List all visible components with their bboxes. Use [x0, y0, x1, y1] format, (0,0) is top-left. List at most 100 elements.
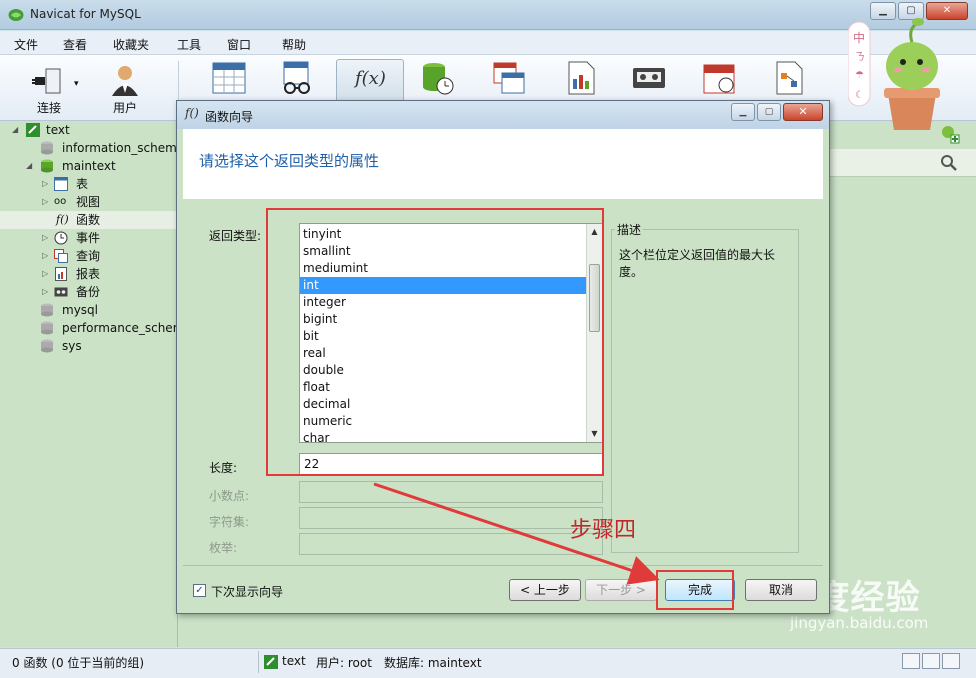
app-title: Navicat for MySQL: [30, 7, 141, 21]
collapse-arrow-icon[interactable]: ▷: [42, 175, 48, 193]
length-label: 长度:: [209, 461, 238, 475]
charset-label: 字符集:: [209, 515, 250, 529]
table-icon[interactable]: [212, 61, 246, 95]
menu-view[interactable]: 查看: [63, 36, 87, 53]
status-bar: 0 函数 (0 位于当前的组) text 用户: root 数据库: maint…: [0, 648, 976, 678]
er-view-icon[interactable]: [942, 653, 960, 669]
svg-text:中: 中: [853, 30, 865, 45]
mascot-sticker-icon: 中 ㄋ ☂ ☾: [848, 18, 940, 130]
database-grey-icon: [41, 321, 53, 335]
collapse-arrow-icon[interactable]: ▷: [42, 265, 48, 283]
annotation-highlight-type-length: [266, 208, 604, 476]
tree-item-backups[interactable]: ▷ 备份: [0, 283, 178, 301]
status-object-count: 0 函数 (0 位于当前的组): [12, 656, 145, 670]
menu-tools[interactable]: 工具: [177, 36, 201, 53]
dialog-minimize-button[interactable]: ▁: [731, 103, 755, 121]
dialog-close-button[interactable]: ✕: [783, 103, 823, 121]
tree-item-database[interactable]: mysql: [0, 301, 178, 319]
event-clock-icon: [54, 231, 68, 245]
svg-text:ㄋ: ㄋ: [855, 51, 865, 63]
menu-help[interactable]: 帮助: [282, 36, 306, 53]
tree-item-functions[interactable]: f() 函数: [0, 211, 178, 229]
connect-button[interactable]: ▾ 连接: [22, 59, 79, 119]
glasses-icon: oo: [54, 196, 67, 207]
collapse-arrow-icon[interactable]: ▷: [42, 283, 48, 301]
menu-bar: 文件 查看 收藏夹 工具 窗口 帮助: [0, 31, 976, 55]
prev-step-button[interactable]: < 上一步: [509, 579, 581, 601]
tree-item-events[interactable]: ▷ 事件: [0, 229, 178, 247]
annotation-highlight-finish: [656, 570, 734, 610]
navicat-logo-icon: [8, 9, 24, 21]
tree-item-database[interactable]: information_schema: [0, 139, 178, 157]
next-step-button[interactable]: 下一步 >: [585, 579, 657, 601]
dialog-titlebar[interactable]: f() 函数向导 ▁ ▢ ✕: [177, 101, 829, 129]
connection-icon: [264, 655, 278, 669]
show-wizard-label[interactable]: 下次显示向导: [211, 583, 283, 600]
report-small-icon: [55, 267, 67, 281]
decimal-label: 小数点:: [209, 489, 250, 503]
tree-item-views[interactable]: ▷ oo 视图: [0, 193, 178, 211]
decimal-input[interactable]: [299, 481, 603, 503]
menu-window[interactable]: 窗口: [227, 36, 251, 53]
user-icon: [112, 66, 138, 96]
show-wizard-checkbox[interactable]: ✓: [193, 584, 206, 597]
svg-text:☂: ☂: [855, 70, 864, 81]
dialog-header: 请选择这个返回类型的属性: [183, 129, 823, 199]
view-glasses-icon[interactable]: [280, 61, 314, 95]
model-icon[interactable]: [772, 61, 806, 95]
tree-item-database[interactable]: performance_schema: [0, 319, 178, 337]
collapse-arrow-icon[interactable]: ▷: [42, 247, 48, 265]
enum-input[interactable]: [299, 533, 603, 555]
detail-view-icon[interactable]: [922, 653, 940, 669]
database-grey-icon: [41, 141, 53, 155]
status-database: 数据库: maintext: [384, 656, 482, 670]
tree-item-database[interactable]: sys: [0, 337, 178, 355]
list-view-icon[interactable]: [902, 653, 920, 669]
tree-item-tables[interactable]: ▷ 表: [0, 175, 178, 193]
expand-arrow-icon[interactable]: ◢: [12, 121, 18, 139]
schedule-calendar-icon[interactable]: [702, 61, 736, 95]
function-toolbar-button[interactable]: f(x): [336, 59, 404, 105]
database-grey-icon: [41, 339, 53, 353]
tree-item-queries[interactable]: ▷ 查询: [0, 247, 178, 265]
connection-icon: [26, 123, 40, 137]
query-icon[interactable]: [492, 61, 526, 95]
chevron-down-icon[interactable]: ▾: [74, 79, 79, 89]
fx-icon: f(x): [355, 68, 386, 89]
expand-arrow-icon[interactable]: ◢: [26, 157, 32, 175]
tree-item-database[interactable]: ◢ maintext: [0, 157, 178, 175]
status-user: 用户: root: [316, 656, 372, 670]
status-divider: [258, 651, 259, 673]
event-db-clock-icon[interactable]: [420, 61, 454, 95]
function-icon: f(): [185, 106, 199, 120]
backup-tape-icon[interactable]: [632, 61, 666, 95]
user-label: 用户: [113, 101, 138, 115]
tree-item-reports[interactable]: ▷ 报表: [0, 265, 178, 283]
dialog-heading: 请选择这个返回类型的属性: [199, 152, 380, 170]
cancel-button[interactable]: 取消: [745, 579, 817, 601]
search-icon[interactable]: [940, 154, 958, 172]
connection-tree: ◢ text information_schema ◢ maintext ▷ 表…: [0, 121, 178, 647]
svg-text:☾: ☾: [855, 90, 864, 101]
window-titlebar[interactable]: Navicat for MySQL ▁ ▢ ✕: [0, 0, 976, 30]
collapse-arrow-icon[interactable]: ▷: [42, 229, 48, 247]
menu-favorites[interactable]: 收藏夹: [113, 36, 149, 53]
menu-file[interactable]: 文件: [14, 36, 38, 53]
user-button[interactable]: 用户: [100, 59, 150, 119]
collapse-arrow-icon[interactable]: ▷: [42, 193, 48, 211]
dialog-window-controls: ▁ ▢ ✕: [731, 103, 823, 121]
return-type-label: 返回类型:: [209, 229, 262, 243]
report-icon[interactable]: [564, 61, 598, 95]
query-small-icon: [54, 249, 68, 263]
description-text: 这个栏位定义返回值的最大长度。: [619, 248, 776, 279]
description-title: 描述: [615, 221, 644, 238]
dialog-maximize-button[interactable]: ▢: [757, 103, 781, 121]
charset-select[interactable]: [299, 507, 603, 529]
function-icon: f(): [56, 213, 69, 226]
baidu-watermark-url: jingyan.baidu.com: [790, 614, 929, 632]
plug-icon: [32, 68, 61, 94]
tree-item-connection[interactable]: ◢ text: [0, 121, 178, 139]
database-green-icon: [41, 159, 53, 173]
table-small-icon: [54, 177, 68, 191]
backup-small-icon: [54, 287, 68, 297]
